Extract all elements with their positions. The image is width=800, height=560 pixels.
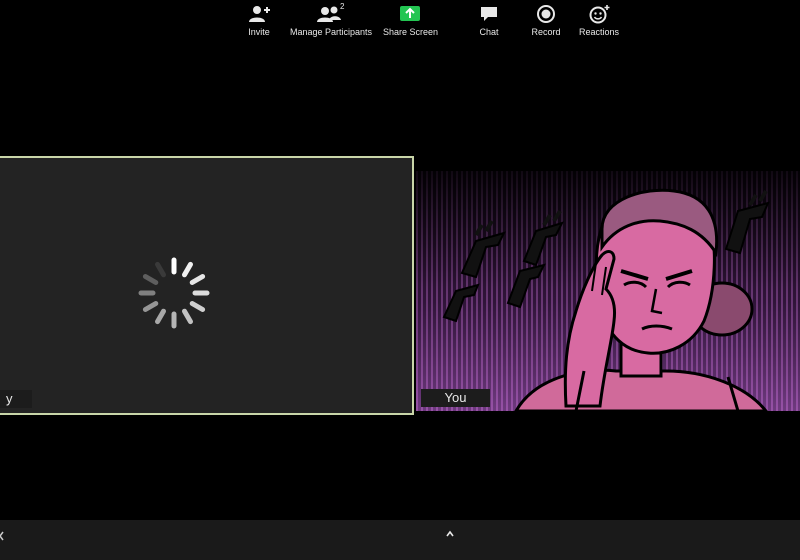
toolbar-left-edge-icon	[0, 531, 4, 541]
record-label: Record	[531, 27, 561, 37]
share-screen-label: Share Screen	[383, 27, 439, 37]
spinner-icon	[138, 257, 210, 329]
manage-participants-label: Manage Participants	[289, 27, 373, 37]
record-button[interactable]: Record	[528, 4, 564, 38]
reactions-button[interactable]: Reactions	[577, 4, 621, 38]
invite-button[interactable]: Invite	[243, 4, 275, 38]
record-icon	[537, 5, 555, 23]
participant-count-badge: 2	[340, 2, 345, 11]
reactions-label: Reactions	[578, 27, 620, 37]
share-screen-icon	[400, 6, 420, 21]
chat-button[interactable]: Chat	[474, 4, 504, 38]
participant-name-left: y	[0, 390, 32, 408]
reactions-icon	[589, 5, 610, 24]
share-screen-button[interactable]: Share Screen	[383, 4, 439, 38]
self-video-illustration	[416, 171, 800, 411]
participant-name-self: You	[421, 389, 490, 407]
chat-label: Chat	[479, 27, 499, 37]
manage-participants-button[interactable]: 2 Manage Participants	[289, 2, 373, 38]
chat-icon	[481, 7, 497, 21]
invite-label: Invite	[248, 27, 270, 37]
participant-tile-self[interactable]	[416, 171, 800, 411]
add-user-icon	[249, 6, 270, 22]
caret-up-icon[interactable]	[444, 528, 456, 540]
meeting-toolbar	[0, 520, 800, 560]
